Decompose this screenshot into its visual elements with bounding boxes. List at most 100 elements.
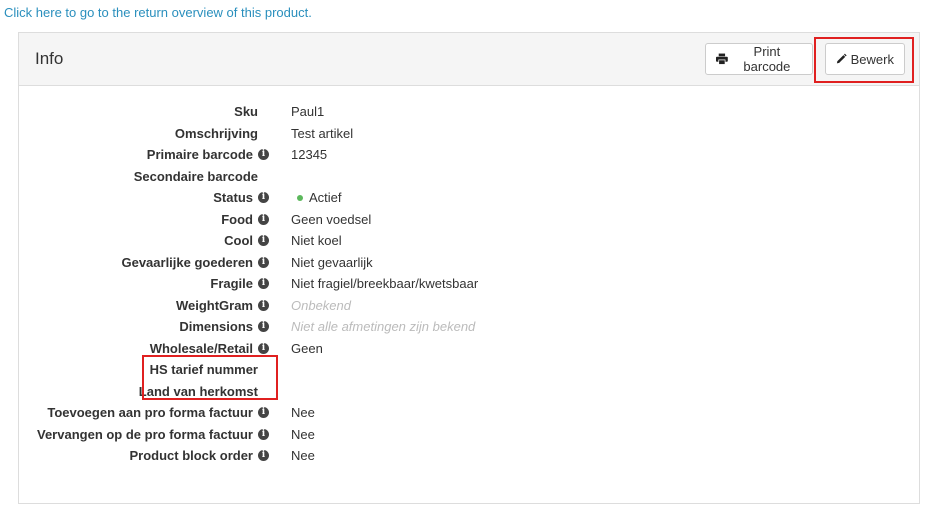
field-row: Secondaire barcode <box>19 166 919 188</box>
field-value: Actief <box>291 190 342 205</box>
field-value: Geen voedsel <box>291 212 371 227</box>
field-label: Food i <box>221 212 269 227</box>
field-value: Niet koel <box>291 233 342 248</box>
print-barcode-label: Print barcode <box>743 44 791 74</box>
edit-button[interactable]: Bewerk <box>825 43 905 75</box>
field-value: 12345 <box>291 147 327 162</box>
pencil-icon <box>836 53 847 64</box>
info-icon[interactable]: i <box>258 342 269 354</box>
field-label: Sku <box>234 104 258 119</box>
field-label-text: Secondaire barcode <box>133 168 258 184</box>
field-value-text: Nee <box>291 426 315 442</box>
info-icon[interactable]: i <box>258 407 269 418</box>
field-value: Test artikel <box>291 126 353 141</box>
field-row: HS tarief nummer <box>19 359 919 381</box>
return-overview-link[interactable]: Click here to go to the return overview … <box>4 5 312 20</box>
field-value-text: Niet fragiel/breekbaar/kwetsbaar <box>291 276 479 291</box>
field-row: Vervangen op de pro forma factuur i Nee <box>19 424 919 446</box>
field-row: Sku Paul1 <box>19 101 919 123</box>
field-label-text: Gevaarlijke goederen <box>121 254 253 270</box>
field-label-text: Food <box>221 211 253 227</box>
field-value-text: Niet alle afmetingen zijn bekend <box>291 319 476 334</box>
field-row: Toevoegen aan pro forma factuur i Nee <box>19 402 919 424</box>
field-label-text: Wholesale/Retail <box>149 340 253 356</box>
field-value: Paul1 <box>291 104 324 119</box>
field-label-text: Vervangen op de pro forma factuur <box>37 426 253 442</box>
field-value: Geen <box>291 341 323 356</box>
panel-title: Info <box>35 49 64 68</box>
field-row: Dimensions i Niet alle afmetingen zijn bek… <box>19 316 919 338</box>
field-value-text: Niet koel <box>291 233 342 248</box>
print-barcode-button[interactable]: Print barcode <box>705 43 813 75</box>
field-list: Sku Paul1 Omschrijving Test artikel Primaire… <box>19 101 919 467</box>
info-icon[interactable]: i <box>258 149 269 160</box>
info-icon[interactable]: i <box>258 450 269 461</box>
panel-header: Info Print barcode Bewerk <box>19 33 919 86</box>
status-dot-icon <box>297 194 303 201</box>
field-value: Niet fragiel/breekbaar/kwetsbaar <box>291 276 478 291</box>
field-value: Niet alle afmetingen zijn bekend <box>291 319 475 334</box>
field-value-text: Nee <box>291 448 315 463</box>
printer-icon <box>716 53 728 65</box>
info-icon[interactable]: i <box>258 278 269 289</box>
field-row: Primaire barcode i 12345 <box>19 144 919 166</box>
field-label: Fragile i <box>210 276 269 291</box>
field-row: WeightGram i Onbekend <box>19 295 919 317</box>
field-row: Status i Actief <box>19 187 919 209</box>
field-value: Nee <box>291 448 315 463</box>
field-value: Nee <box>291 405 315 420</box>
field-row: Fragile i Niet fragiel/breekbaar/kwetsbaar <box>19 273 919 295</box>
field-value-text: Geen voedsel <box>291 211 372 227</box>
info-icon[interactable]: i <box>258 428 269 440</box>
field-label: Land van herkomst <box>139 384 258 399</box>
info-icon[interactable]: i <box>258 235 269 246</box>
field-label: Gevaarlijke goederen i <box>121 255 269 270</box>
field-label: Secondaire barcode <box>134 169 258 184</box>
field-value-text: Nee <box>291 405 315 420</box>
field-label-text: Status <box>213 190 253 205</box>
info-icon[interactable]: i <box>258 321 269 332</box>
field-row: Product block order i Nee <box>19 445 919 467</box>
field-label: HS tarief nummer <box>150 362 258 377</box>
field-row: Gevaarlijke goederen i Niet gevaarlijk <box>19 252 919 274</box>
field-label-text: Product block order <box>129 448 253 463</box>
field-label-text: HS tarief nummer <box>149 362 258 377</box>
field-value: Onbekend <box>291 298 351 313</box>
field-row: Omschrijving Test artikel <box>19 123 919 145</box>
info-icon[interactable]: i <box>258 299 269 311</box>
info-panel: Info Print barcode Bewerk Sku Paul1 Omschr… <box>18 32 920 504</box>
field-row: Wholesale/Retail i Geen <box>19 338 919 360</box>
field-label-text: Omschrijving <box>174 125 258 141</box>
field-row: Land van herkomst <box>19 381 919 403</box>
field-label: Cool i <box>224 233 269 248</box>
field-label-text: WeightGram <box>175 297 253 313</box>
field-label: Product block order i <box>129 448 269 463</box>
field-label-text: Sku <box>234 104 258 119</box>
field-value: Niet gevaarlijk <box>291 255 373 270</box>
field-row: Food i Geen voedsel <box>19 209 919 231</box>
field-value-text: Actief <box>309 190 342 205</box>
field-value-text: 12345 <box>291 147 328 162</box>
field-label-text: Dimensions <box>179 319 253 334</box>
field-label: Toevoegen aan pro forma factuur i <box>47 405 269 420</box>
field-label: Status i <box>213 190 269 205</box>
field-value-text: Paul1 <box>291 104 325 119</box>
field-label-text: Land van herkomst <box>138 383 258 399</box>
info-icon[interactable]: i <box>258 192 269 203</box>
field-value-text: Onbekend <box>291 297 351 313</box>
field-label: Omschrijving <box>175 126 258 141</box>
field-label: Wholesale/Retail i <box>150 341 269 356</box>
field-label: Dimensions i <box>179 319 269 334</box>
field-value: Nee <box>291 427 315 442</box>
info-icon[interactable]: i <box>258 256 269 268</box>
field-value-text: Niet gevaarlijk <box>291 254 373 270</box>
field-value-text: Geen <box>291 340 323 356</box>
field-label: Vervangen op de pro forma factuur i <box>37 427 269 442</box>
field-label-text: Cool <box>224 233 253 248</box>
field-value-text: Test artikel <box>291 125 354 141</box>
info-icon[interactable]: i <box>258 213 269 225</box>
field-label: WeightGram i <box>176 298 269 313</box>
field-label-text: Primaire barcode <box>146 147 253 162</box>
field-label-text: Fragile <box>210 276 253 291</box>
field-label: Primaire barcode i <box>147 147 269 162</box>
